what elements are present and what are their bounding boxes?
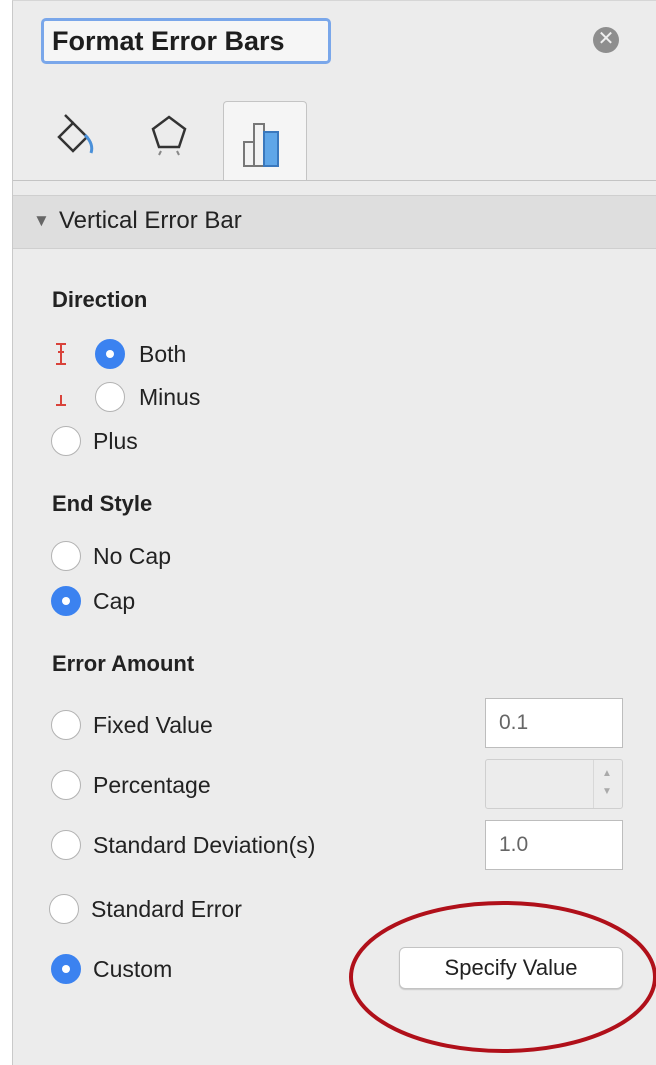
stepper-arrows[interactable]: ▲ ▼: [593, 760, 622, 808]
direction-minus-label: Minus: [139, 384, 201, 410]
annotation-ellipse: [349, 901, 656, 1053]
end-style-heading: End Style: [52, 491, 153, 516]
direction-both-label: Both: [139, 341, 187, 367]
tab-fill-line[interactable]: [45, 101, 129, 179]
both-direction-icon: [56, 343, 66, 365]
end-style-no-cap-radio[interactable]: [51, 541, 81, 571]
fixed-value-label: Fixed Value: [93, 712, 213, 738]
standard-deviation-label: Standard Deviation(s): [93, 832, 316, 858]
disclosure-triangle-icon[interactable]: ▼: [33, 211, 50, 231]
fixed-value-radio[interactable]: [51, 710, 81, 740]
tab-divider: [13, 180, 656, 181]
direction-both-radio[interactable]: [95, 339, 125, 369]
pentagon-icon: [151, 115, 187, 156]
minus-direction-icon: [56, 395, 66, 406]
standard-error-radio[interactable]: [49, 894, 79, 924]
direction-heading: Direction: [52, 287, 148, 312]
direction-plus-radio[interactable]: [51, 426, 81, 456]
end-style-cap-radio[interactable]: [51, 586, 81, 616]
percentage-label: Percentage: [93, 772, 211, 798]
standard-error-label: Standard Error: [91, 896, 242, 922]
end-style-no-cap-label: No Cap: [93, 543, 171, 569]
standard-deviation-radio[interactable]: [51, 830, 81, 860]
fixed-value-input[interactable]: 0.1: [485, 698, 623, 748]
percentage-stepper[interactable]: ▲ ▼: [485, 759, 623, 809]
paint-bucket-icon: [57, 114, 94, 154]
direction-plus-label: Plus: [93, 428, 138, 454]
format-error-bars-pane: Format Error Bars ✕ ▼ Vertical Error Bar…: [12, 0, 656, 1065]
tab-error-bar-options[interactable]: [223, 101, 307, 181]
stepper-up-icon[interactable]: ▲: [602, 768, 612, 779]
close-icon[interactable]: ✕: [593, 27, 619, 53]
direction-minus-radio[interactable]: [95, 382, 125, 412]
section-title: Vertical Error Bar: [59, 207, 242, 234]
custom-label: Custom: [93, 956, 173, 982]
end-style-cap-label: Cap: [93, 588, 136, 614]
bar-chart-icon: [243, 123, 279, 167]
error-amount-heading: Error Amount: [52, 651, 195, 676]
percentage-radio[interactable]: [51, 770, 81, 800]
stepper-down-icon[interactable]: ▼: [602, 786, 612, 797]
pane-title: Format Error Bars: [41, 18, 331, 64]
section-vertical-error-bar[interactable]: ▼ Vertical Error Bar: [13, 195, 656, 249]
tab-effects[interactable]: [139, 101, 223, 179]
standard-deviation-input[interactable]: 1.0: [485, 820, 623, 870]
custom-radio[interactable]: [51, 954, 81, 984]
